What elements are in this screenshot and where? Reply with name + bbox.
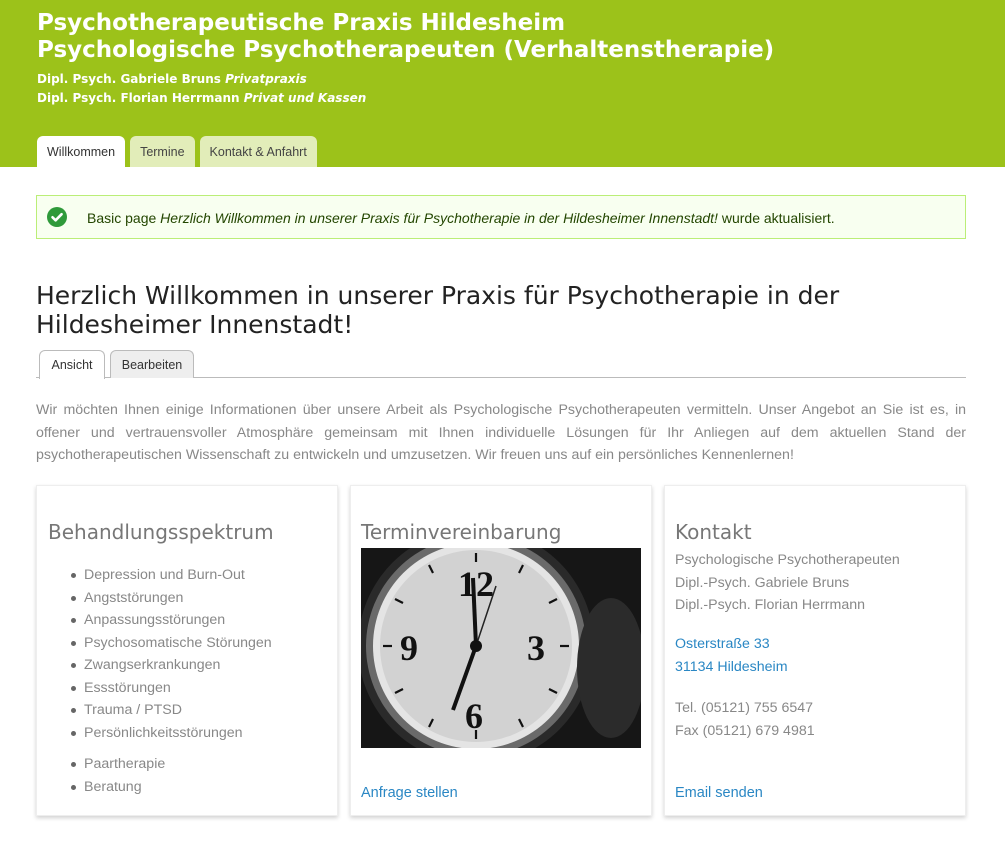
list-item: Trauma / PTSD	[71, 699, 272, 722]
list-item: Zwangserkrankungen	[71, 654, 272, 677]
contact-line: Psychologische Psychotherapeuten	[675, 552, 900, 568]
slogan-note-1: Privatpraxis	[225, 72, 307, 86]
local-tabs: Ansicht Bearbeiten	[36, 350, 966, 379]
list-item: Anpassungsstörungen	[71, 609, 272, 632]
contact-phone: Tel. (05121) 755 6547 Fax (05121) 679 49…	[675, 697, 815, 742]
list-item: Essstörungen	[71, 677, 272, 700]
card-title-appointment: Terminvereinbarung	[361, 520, 562, 544]
main-menu: Willkommen Termine Kontakt & Anfahrt	[37, 136, 317, 167]
tab-kontakt-anfahrt[interactable]: Kontakt & Anfahrt	[199, 136, 317, 167]
site-header: Psychotherapeutische Praxis Hildesheim P…	[0, 0, 1005, 167]
slogan-note-2: Privat und Kassen	[243, 91, 367, 105]
contact-address: Osterstraße 33 31134 Hildesheim	[675, 633, 788, 678]
site-name[interactable]: Psychotherapeutische Praxis Hildesheim P…	[37, 10, 774, 64]
list-item: Depression und Burn-Out	[71, 564, 272, 587]
message-prefix: Basic page	[87, 210, 157, 226]
spectrum-list: Depression und Burn-Out Angststörungen A…	[71, 564, 272, 745]
site-name-line1: Psychotherapeutische Praxis Hildesheim	[37, 10, 566, 36]
list-item: Beratung	[70, 776, 165, 799]
fax-number: Fax (05121) 679 4981	[675, 722, 815, 739]
check-circle-icon	[47, 207, 67, 227]
card-behandlungsspektrum: Behandlungsspektrum Depression und Burn-…	[36, 485, 338, 816]
address-city-link[interactable]: 31134 Hildesheim	[675, 656, 788, 679]
message-suffix: wurde aktualisiert.	[721, 210, 835, 226]
anfrage-stellen-link[interactable]: Anfrage stellen	[361, 785, 458, 801]
tab-bearbeiten[interactable]: Bearbeiten	[110, 350, 194, 378]
status-message-text: Basic page Herzlich Willkommen in unsere…	[87, 210, 835, 226]
phone-number: Tel. (05121) 755 6547	[675, 700, 814, 716]
slogan-name-1: Dipl. Psych. Gabriele Bruns	[37, 72, 221, 86]
svg-text:3: 3	[527, 628, 545, 668]
list-item: Persönlichkeitsstörungen	[71, 722, 272, 745]
site-name-line2: Psychologische Psychotherapeuten (Verhal…	[37, 37, 775, 63]
spectrum-list-2: Paartherapie Beratung	[70, 753, 165, 799]
contact-line: Dipl.-Psych. Gabriele Bruns	[675, 574, 850, 591]
email-senden-link[interactable]: Email senden	[675, 785, 763, 801]
svg-text:9: 9	[400, 628, 418, 668]
list-item: Psychosomatische Störungen	[71, 632, 272, 655]
card-title-spectrum: Behandlungsspektrum	[48, 520, 274, 544]
tab-ansicht[interactable]: Ansicht	[39, 350, 105, 379]
card-terminvereinbarung: Terminvereinbarung 12 3 9 6 Anfrage stel…	[350, 485, 652, 816]
page-title: Herzlich Willkommen in unserer Praxis fü…	[36, 281, 840, 339]
contact-names: Psychologische Psychotherapeuten Dipl.-P…	[675, 549, 900, 617]
tab-termine[interactable]: Termine	[130, 136, 195, 167]
status-message: Basic page Herzlich Willkommen in unsere…	[36, 195, 966, 239]
address-street-link[interactable]: Osterstraße 33	[675, 633, 788, 656]
card-title-contact: Kontakt	[675, 520, 752, 544]
svg-text:6: 6	[465, 696, 483, 736]
list-item: Angststörungen	[71, 587, 272, 610]
tab-willkommen[interactable]: Willkommen	[37, 136, 126, 167]
card-kontakt: Kontakt Psychologische Psychotherapeuten…	[664, 485, 966, 816]
message-page-name: Herzlich Willkommen in unserer Praxis fü…	[160, 210, 718, 226]
clock-image: 12 3 9 6	[361, 548, 641, 748]
contact-line: Dipl.-Psych. Florian Herrmann	[675, 597, 866, 613]
slogan-line-2: Dipl. Psych. Florian Herrmann Privat und…	[37, 89, 366, 108]
list-item: Paartherapie	[70, 753, 165, 776]
svg-text:12: 12	[458, 564, 494, 604]
site-slogan: Dipl. Psych. Gabriele Bruns Privatpraxis…	[37, 70, 366, 108]
intro-text: Wir möchten Ihnen einige Informationen ü…	[36, 402, 966, 463]
slogan-line-1: Dipl. Psych. Gabriele Bruns Privatpraxis	[37, 70, 366, 89]
slogan-name-2: Dipl. Psych. Florian Herrmann	[37, 91, 240, 105]
